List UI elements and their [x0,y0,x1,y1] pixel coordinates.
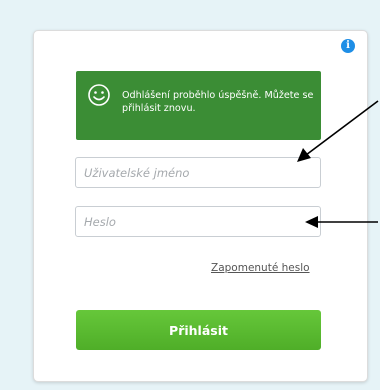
login-button[interactable]: Přihlásit [76,310,321,350]
smiley-icon [88,84,110,106]
logout-success-message: Odhlášení proběhlo úspěšně. Můžete se př… [76,71,321,140]
info-icon[interactable]: i [341,39,355,53]
forgot-password-link[interactable]: Zapomenuté heslo [211,262,310,274]
success-message-text: Odhlášení proběhlo úspěšně. Můžete se př… [122,90,314,114]
username-input[interactable] [75,157,321,188]
password-input[interactable] [75,206,321,237]
